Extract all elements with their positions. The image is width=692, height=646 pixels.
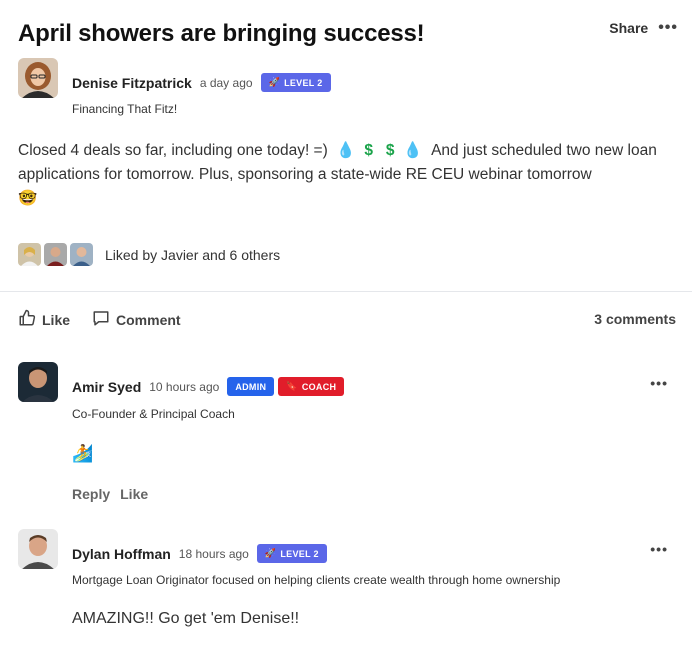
- comment-count[interactable]: 3 comments: [594, 311, 676, 327]
- reply-button[interactable]: Reply: [72, 486, 110, 502]
- author-row: Denise Fitzpatrick a day ago 🚀 LEVEL 2: [72, 73, 331, 92]
- rocket-icon: 🚀: [268, 77, 281, 87]
- commenter-avatar[interactable]: [18, 529, 58, 569]
- commenter-subtitle: Mortgage Loan Originator focused on help…: [72, 573, 561, 587]
- liker-avatar: [44, 243, 67, 266]
- post-actions: Like Comment: [18, 309, 181, 330]
- coach-badge-label: COACH: [301, 381, 337, 392]
- comment-more-icon[interactable]: •••: [650, 375, 668, 391]
- admin-badge-label: ADMIN: [235, 381, 267, 392]
- rocket-icon: 🚀: [264, 548, 277, 558]
- commenter-subtitle: Co-Founder & Principal Coach: [72, 407, 235, 421]
- level-badge-label: LEVEL 2: [280, 548, 319, 559]
- liker-avatar: [70, 243, 93, 266]
- likers-row[interactable]: Liked by Javier and 6 others: [18, 243, 280, 266]
- like-label: Like: [42, 311, 71, 328]
- commenter-name[interactable]: Amir Syed: [72, 379, 141, 395]
- post-body-text-1: Closed 4 deals so far, including one tod…: [18, 142, 328, 159]
- whistle-icon: 🔖: [286, 381, 298, 391]
- post-title: April showers are bringing success!: [18, 20, 425, 47]
- liker-avatar: [18, 243, 41, 266]
- dollar-icon: $: [364, 142, 373, 159]
- comment-text: AMAZING!! Go get 'em Denise!!: [72, 610, 300, 627]
- author-avatar[interactable]: [18, 58, 58, 98]
- share-button[interactable]: Share: [609, 20, 648, 36]
- comment-actions: Reply Like: [72, 486, 148, 502]
- divider: [0, 291, 692, 292]
- nerd-face-icon: 🤓: [18, 190, 38, 207]
- like-button[interactable]: Like: [18, 309, 70, 330]
- liked-by-text[interactable]: Liked by Javier and 6 others: [105, 247, 280, 263]
- comment-more-icon[interactable]: •••: [650, 541, 668, 557]
- level-badge-label: LEVEL 2: [284, 77, 323, 88]
- level-badge: 🚀 LEVEL 2: [260, 73, 331, 92]
- post-timestamp: a day ago: [199, 75, 253, 90]
- commenter-row: Amir Syed 10 hours ago ADMIN 🔖 COACH: [72, 377, 345, 396]
- post-more-icon[interactable]: •••: [658, 20, 678, 36]
- comment-like-button[interactable]: Like: [120, 486, 148, 502]
- level-badge: 🚀 LEVEL 2: [256, 544, 327, 563]
- droplet-icon: 💧: [403, 142, 423, 159]
- surfer-icon: 🏄: [72, 444, 94, 463]
- comment-label: Comment: [116, 311, 181, 328]
- commenter-name[interactable]: Dylan Hoffman: [72, 546, 171, 562]
- comment-button[interactable]: Comment: [92, 309, 181, 330]
- admin-badge: ADMIN: [227, 377, 275, 396]
- author-subtitle: Financing That Fitz!: [72, 102, 178, 116]
- comment-bubble-icon: [92, 309, 110, 330]
- comment-timestamp: 10 hours ago: [149, 379, 220, 394]
- comment-timestamp: 18 hours ago: [178, 546, 249, 561]
- post-body: Closed 4 deals so far, including one tod…: [18, 139, 678, 211]
- author-name[interactable]: Denise Fitzpatrick: [72, 75, 192, 91]
- dollar-icon: $: [385, 142, 395, 159]
- coach-badge: 🔖 COACH: [278, 377, 345, 396]
- thumbs-up-icon: [18, 309, 36, 330]
- commenter-row: Dylan Hoffman 18 hours ago 🚀 LEVEL 2: [72, 544, 327, 563]
- droplet-icon: 💧: [336, 142, 356, 159]
- commenter-avatar[interactable]: [18, 362, 58, 402]
- post-header-actions: Share •••: [609, 20, 678, 37]
